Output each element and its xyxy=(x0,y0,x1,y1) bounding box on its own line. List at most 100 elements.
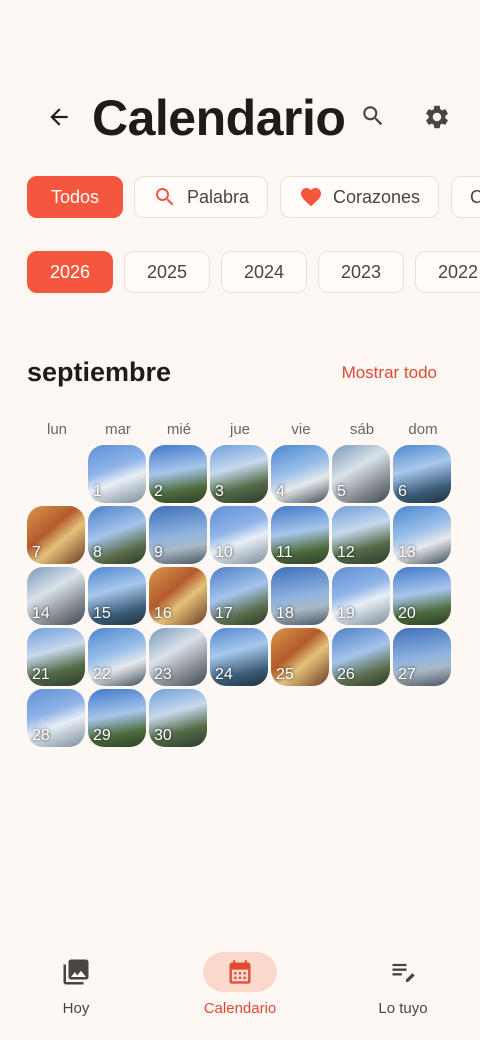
day-number: 20 xyxy=(398,605,416,622)
calendar-day-27[interactable]: 27 xyxy=(393,628,451,686)
day-number: 7 xyxy=(32,544,41,561)
calendar-day-3[interactable]: 3 xyxy=(210,445,268,503)
year-chip-2023[interactable]: 2023 xyxy=(318,251,404,293)
calendar-day-30[interactable]: 30 xyxy=(149,689,207,747)
filter-chip-label: C xyxy=(470,186,480,207)
calendar-day-14[interactable]: 14 xyxy=(27,567,85,625)
calendar-day-24[interactable]: 24 xyxy=(210,628,268,686)
nav-item-hoy[interactable]: Hoy xyxy=(0,940,156,1030)
calendar-day-2[interactable]: 2 xyxy=(149,445,207,503)
day-number: 6 xyxy=(398,483,407,500)
calendar-day-12[interactable]: 12 xyxy=(332,506,390,564)
day-number: 2 xyxy=(154,483,163,500)
filter-chip-label: Palabra xyxy=(186,186,250,207)
day-number: 19 xyxy=(337,605,355,622)
weekday-label: dom xyxy=(408,421,438,438)
day-number: 1 xyxy=(93,483,102,500)
heart-icon xyxy=(299,185,323,209)
weekday-label: mié xyxy=(166,421,192,438)
calendar-day-8[interactable]: 8 xyxy=(88,506,146,564)
back-button[interactable] xyxy=(42,100,76,134)
filter-chip-label: Corazones xyxy=(332,186,421,207)
year-chip-2024[interactable]: 2024 xyxy=(221,251,307,293)
day-number: 22 xyxy=(93,666,111,683)
calendar-day-16[interactable]: 16 xyxy=(149,567,207,625)
year-label: 2022 xyxy=(437,261,479,282)
day-number: 17 xyxy=(215,605,233,622)
year-label: 2024 xyxy=(243,261,285,282)
search-icon xyxy=(363,106,383,126)
calendar-day-17[interactable]: 17 xyxy=(210,567,268,625)
day-number: 15 xyxy=(93,605,111,622)
search-icon xyxy=(153,185,177,209)
calendar-day-19[interactable]: 19 xyxy=(332,567,390,625)
calendar-day-18[interactable]: 18 xyxy=(271,567,329,625)
calendar-day-23[interactable]: 23 xyxy=(149,628,207,686)
gear-icon xyxy=(426,105,448,129)
day-number: 12 xyxy=(337,544,355,561)
day-number: 28 xyxy=(32,727,50,744)
day-number: 4 xyxy=(276,483,285,500)
day-number: 29 xyxy=(93,727,111,744)
day-number: 21 xyxy=(32,666,50,683)
calendar-day-10[interactable]: 10 xyxy=(210,506,268,564)
bottom-navigation: Hoy Calendario Lo tuyo xyxy=(0,940,480,1040)
year-label: 2025 xyxy=(146,261,188,282)
filter-chip-more[interactable]: C xyxy=(451,176,480,218)
page-title: Calendario xyxy=(92,90,346,146)
nav-label: Hoy xyxy=(62,1000,90,1017)
app-header: Calendario xyxy=(0,88,480,148)
nav-item-calendario[interactable]: Calendario xyxy=(160,940,320,1030)
day-number: 18 xyxy=(276,605,294,622)
day-number: 25 xyxy=(276,666,294,683)
photos-icon xyxy=(39,952,113,992)
search-button[interactable] xyxy=(357,100,389,132)
calendar-day-26[interactable]: 26 xyxy=(332,628,390,686)
calendar-day-29[interactable]: 29 xyxy=(88,689,146,747)
year-chip-2022[interactable]: 2022 xyxy=(415,251,480,293)
day-number: 16 xyxy=(154,605,172,622)
filter-chip-todos[interactable]: Todos xyxy=(27,176,123,218)
calendar-day-4[interactable]: 4 xyxy=(271,445,329,503)
day-number: 3 xyxy=(215,483,224,500)
weekday-label: vie xyxy=(291,421,311,438)
weekday-label: mar xyxy=(105,421,131,438)
calendar-day-25[interactable]: 25 xyxy=(271,628,329,686)
calendar-day-11[interactable]: 11 xyxy=(271,506,329,564)
day-number: 10 xyxy=(215,544,233,561)
calendar-day-5[interactable]: 5 xyxy=(332,445,390,503)
nav-label: Lo tuyo xyxy=(378,1000,428,1017)
calendar-day-20[interactable]: 20 xyxy=(393,567,451,625)
arrow-back-icon xyxy=(50,108,68,126)
day-number: 5 xyxy=(337,483,346,500)
calendar-day-21[interactable]: 21 xyxy=(27,628,85,686)
year-chip-2025[interactable]: 2025 xyxy=(124,251,210,293)
calendar-day-28[interactable]: 28 xyxy=(27,689,85,747)
filter-chip-label: Todos xyxy=(50,186,100,207)
filter-chips: Todos Palabra Corazones C xyxy=(0,176,480,219)
year-label: 2026 xyxy=(49,261,91,282)
settings-button[interactable] xyxy=(420,100,454,134)
day-number: 13 xyxy=(398,544,416,561)
day-number: 8 xyxy=(93,544,102,561)
calendar-grid: 1 2 3 4 5 6 7 8 9 10 11 12 13 14 15 16 17 18 19 20 21 22 23 24 2… xyxy=(27,445,457,755)
filter-chip-corazones[interactable]: Corazones xyxy=(280,176,439,218)
nav-label: Calendario xyxy=(203,1000,277,1017)
day-number: 27 xyxy=(398,666,416,683)
calendar-day-7[interactable]: 7 xyxy=(27,506,85,564)
filter-chip-palabra[interactable]: Palabra xyxy=(134,176,268,218)
year-chip-2026[interactable]: 2026 xyxy=(27,251,113,293)
day-number: 23 xyxy=(154,666,172,683)
calendar-day-22[interactable]: 22 xyxy=(88,628,146,686)
calendar-day-15[interactable]: 15 xyxy=(88,567,146,625)
calendar-day-13[interactable]: 13 xyxy=(393,506,451,564)
calendar-day-6[interactable]: 6 xyxy=(393,445,451,503)
day-number: 26 xyxy=(337,666,355,683)
day-number: 14 xyxy=(32,605,50,622)
nav-item-lo-tuyo[interactable]: Lo tuyo xyxy=(323,940,480,1030)
show-all-link[interactable]: Mostrar todo xyxy=(342,363,437,383)
calendar-day-9[interactable]: 9 xyxy=(149,506,207,564)
weekday-header: lun mar mié jue vie sáb dom xyxy=(27,421,453,441)
calendar-day-1[interactable]: 1 xyxy=(88,445,146,503)
day-number: 30 xyxy=(154,727,172,744)
